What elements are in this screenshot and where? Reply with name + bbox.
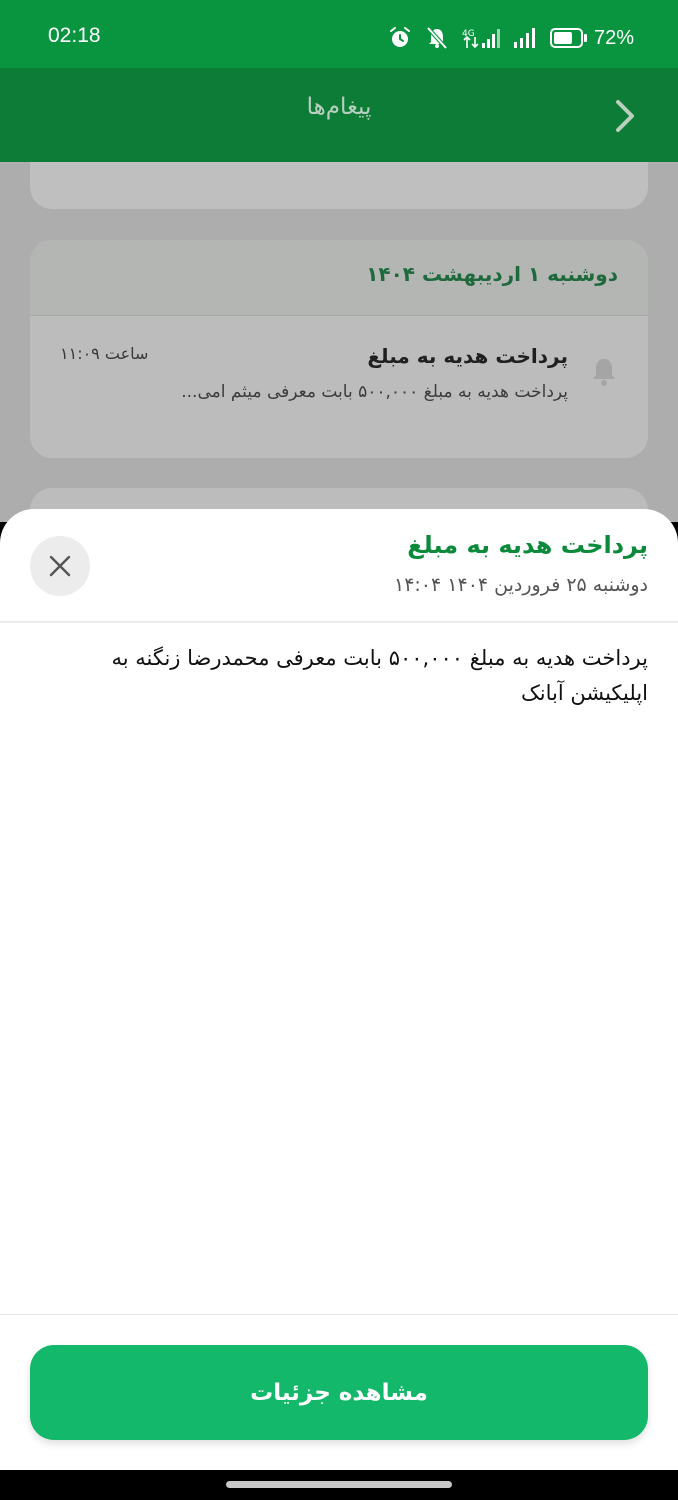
bell-off-icon [426, 26, 448, 50]
message-list: دوشنبه ۱ اردیبهشت ۱۴۰۴ پرداخت هدیه به مب… [0, 162, 678, 522]
message-time: ساعت ۱۱:۰۹ [60, 344, 149, 363]
close-icon [49, 555, 71, 577]
battery-percent: 72% [593, 26, 634, 49]
footer-divider [0, 1314, 678, 1315]
home-indicator[interactable] [226, 1481, 452, 1488]
message-title: پرداخت هدیه به مبلغ [367, 344, 568, 368]
sheet-message: پرداخت هدیه به مبلغ ۵۰۰,۰۰۰ بابت معرفی م… [111, 646, 648, 705]
signal-icon [513, 27, 536, 49]
mobile-data-icon: 4G [462, 26, 500, 50]
message-group: دوشنبه ۱ اردیبهشت ۱۴۰۴ پرداخت هدیه به مب… [30, 240, 648, 458]
sheet-title: پرداخت هدیه به مبلغ [407, 531, 648, 559]
close-button[interactable] [30, 536, 90, 596]
sheet-date: دوشنبه ۲۵ فروردین ۱۴۰۴ ۱۴:۰۴ [394, 574, 648, 596]
alarm-icon [388, 26, 412, 50]
battery-icon [549, 28, 587, 48]
list-item[interactable] [30, 162, 648, 209]
list-item[interactable]: پرداخت هدیه به مبلغ ساعت ۱۱:۰۹ پرداخت هد… [30, 316, 648, 458]
sheet-header: پرداخت هدیه به مبلغ دوشنبه ۲۵ فروردین ۱۴… [0, 509, 678, 623]
view-details-button[interactable]: مشاهده جزئیات [30, 1345, 648, 1440]
chevron-right-icon[interactable] [610, 98, 638, 134]
group-date: دوشنبه ۱ اردیبهشت ۱۴۰۴ [366, 262, 618, 286]
app-bar: پیغام‌ها [0, 68, 678, 162]
status-time: 02:18 [48, 24, 101, 47]
status-bar: 02:18 4G 72% [0, 0, 678, 68]
system-nav-bar [0, 1470, 678, 1500]
message-detail-sheet: پرداخت هدیه به مبلغ دوشنبه ۲۵ فروردین ۱۴… [0, 509, 678, 1470]
message-snippet: پرداخت هدیه به مبلغ ۵۰۰,۰۰۰ بابت معرفی م… [181, 382, 568, 402]
bell-icon [593, 359, 615, 386]
page-title: پیغام‌ها [306, 94, 372, 120]
group-header: دوشنبه ۱ اردیبهشت ۱۴۰۴ [30, 240, 648, 316]
status-icons: 4G 72% [388, 22, 634, 54]
battery: 72% [549, 26, 634, 50]
